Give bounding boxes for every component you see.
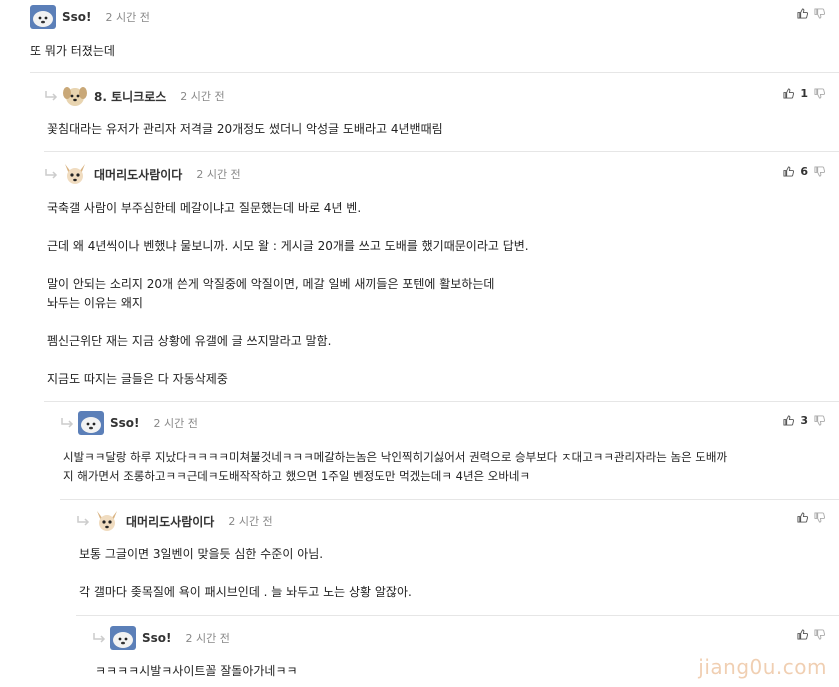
thumbs-down-icon[interactable] <box>814 88 825 99</box>
avatar[interactable] <box>110 626 136 650</box>
vote-controls <box>797 512 825 523</box>
divider <box>30 72 839 73</box>
comment-header: Sso! 2 시간 전 <box>92 626 230 650</box>
username[interactable]: Sso! <box>110 416 140 430</box>
timestamp: 2 시간 전 <box>105 11 150 24</box>
watermark: jiang0u.com <box>698 655 827 679</box>
timestamp: 2 시간 전 <box>185 632 230 645</box>
like-count: 1 <box>800 87 808 100</box>
vote-controls <box>797 8 825 19</box>
comment-header: Sso! 2 시간 전 <box>30 5 150 29</box>
avatar[interactable] <box>62 84 88 108</box>
username[interactable]: 대머리도사람이다 <box>126 513 214 530</box>
divider <box>44 401 839 402</box>
avatar[interactable] <box>62 162 88 186</box>
comment-header: 8. 토니크로스 2 시간 전 <box>44 84 225 108</box>
thumbs-up-icon[interactable] <box>783 88 795 99</box>
comment-header: Sso! 2 시간 전 <box>60 411 198 435</box>
avatar[interactable] <box>30 5 56 29</box>
vote-controls <box>797 629 825 640</box>
vote-controls: 6 <box>783 165 825 178</box>
thumbs-up-icon[interactable] <box>797 629 808 640</box>
thumbs-up-icon[interactable] <box>797 8 808 19</box>
comment-text: 국축갤 사람이 부주심한테 메갈이냐고 질문했는데 바로 4년 벤. 근데 왜 … <box>47 201 529 386</box>
thumbs-down-icon[interactable] <box>814 512 825 523</box>
comment-text: 시발ㅋㅋ달랑 하루 지났다ㅋㅋㅋㅋ미쳐불것네ㅋㅋㅋ메갈하는놈은 낙인찍히기싫어서… <box>63 450 728 483</box>
thumbs-down-icon[interactable] <box>814 8 825 19</box>
username[interactable]: Sso! <box>142 631 172 645</box>
comment-text: 꽃침대라는 유저가 관리자 저격글 20개정도 썼더니 악성글 도배라고 4년밴… <box>47 122 443 136</box>
comment-text: 보통 그글이면 3일벤이 맞을듯 심한 수준이 아님. 각 갤마다 좆목질에 욕… <box>79 547 412 599</box>
divider <box>44 151 839 152</box>
thumbs-up-icon[interactable] <box>783 166 795 177</box>
like-count: 6 <box>800 165 808 178</box>
thumbs-down-icon[interactable] <box>814 166 825 177</box>
thumbs-up-icon[interactable] <box>797 512 808 523</box>
thumbs-up-icon[interactable] <box>783 415 795 426</box>
username[interactable]: 8. 토니크로스 <box>94 88 166 105</box>
avatar[interactable] <box>94 509 120 533</box>
timestamp: 2 시간 전 <box>228 515 273 528</box>
username[interactable]: Sso! <box>62 10 92 24</box>
reply-arrow-icon <box>61 418 74 428</box>
reply-arrow-icon <box>45 169 58 179</box>
thumbs-down-icon[interactable] <box>814 629 825 640</box>
comment-text: ㅋㅋㅋㅋ시발ㅋ사이트꼴 잘돌아가네ㅋㅋ <box>95 664 298 678</box>
vote-controls: 1 <box>783 87 825 100</box>
avatar[interactable] <box>78 411 104 435</box>
comment-header: 대머리도사람이다 2 시간 전 <box>76 509 273 533</box>
vote-controls: 3 <box>783 414 825 427</box>
timestamp: 2 시간 전 <box>180 90 225 103</box>
reply-arrow-icon <box>45 91 58 101</box>
comment-text: 또 뭐가 터졌는데 <box>30 44 115 58</box>
timestamp: 2 시간 전 <box>153 417 198 430</box>
username[interactable]: 대머리도사람이다 <box>94 166 182 183</box>
reply-arrow-icon <box>77 516 90 526</box>
timestamp: 2 시간 전 <box>196 168 241 181</box>
thumbs-down-icon[interactable] <box>814 415 825 426</box>
divider <box>60 499 839 500</box>
like-count: 3 <box>800 414 808 427</box>
comment-header: 대머리도사람이다 2 시간 전 <box>44 162 241 186</box>
divider <box>76 615 839 616</box>
reply-arrow-icon <box>93 633 106 643</box>
